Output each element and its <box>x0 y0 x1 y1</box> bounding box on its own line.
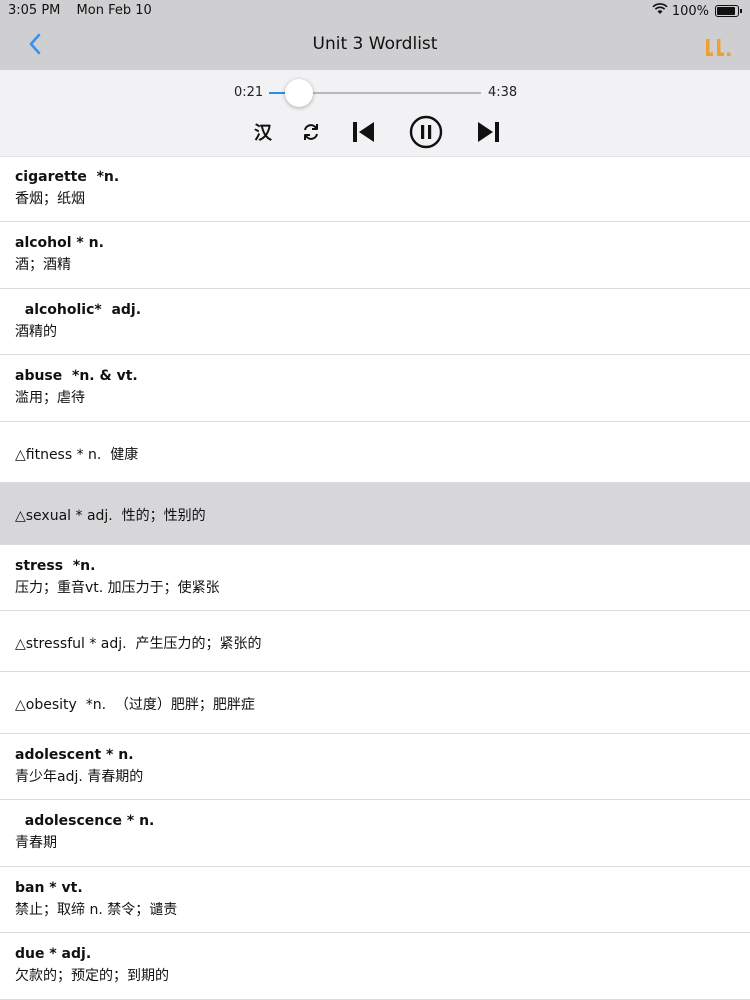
word-row[interactable]: △sexual * adj. 性的；性别的 <box>0 483 750 545</box>
word-row[interactable]: abuse *n. & vt. 滥用；虐待 <box>0 355 750 422</box>
word-headword: alcoholic* adj. <box>15 302 142 318</box>
word-entry: △obesity *n. （过度）肥胖；肥胖症 <box>15 697 255 713</box>
word-headword: cigarette *n. <box>15 169 120 185</box>
word-definition: 欠款的；预定的；到期的 <box>15 968 169 984</box>
battery-icon <box>715 5 739 17</box>
word-row[interactable]: cigarette *n. 香烟；纸烟 <box>0 156 750 222</box>
word-definition: 禁止；取缔 n. 禁令；谴责 <box>15 902 178 918</box>
word-definition: 香烟；纸烟 <box>15 191 85 207</box>
audio-player: 0:21 4:38 汉 <box>0 70 750 157</box>
language-toggle-button[interactable]: 汉 <box>250 118 276 146</box>
word-row[interactable]: due * adj. 欠款的；预定的；到期的 <box>0 933 750 1000</box>
word-headword: alcohol * n. <box>15 235 104 251</box>
word-headword: adolescence * n. <box>15 813 155 829</box>
skip-previous-icon[interactable] <box>351 118 377 146</box>
word-row[interactable]: ban * vt. 禁止；取缔 n. 禁令；谴责 <box>0 867 750 933</box>
word-row[interactable]: adolescent * n. 青少年adj. 青春期的 <box>0 734 750 800</box>
word-entry: △fitness * n. 健康 <box>15 447 139 463</box>
repeat-icon[interactable] <box>300 118 322 146</box>
current-time: 0:21 <box>234 85 264 100</box>
word-row[interactable]: △fitness * n. 健康 <box>0 422 750 483</box>
status-date: Mon Feb 10 <box>76 3 152 18</box>
word-row[interactable]: alcohol * n. 酒；酒精 <box>0 222 750 289</box>
word-definition: 滥用；虐待 <box>15 390 85 406</box>
navigation-bar: 3:05 PM Mon Feb 10 100% Unit 3 Wordlist <box>0 0 750 70</box>
word-headword: due * adj. <box>15 946 92 962</box>
pause-icon[interactable] <box>409 115 443 149</box>
wifi-icon <box>652 3 668 19</box>
word-headword: stress *n. <box>15 558 96 574</box>
word-row[interactable]: △obesity *n. （过度）肥胖；肥胖症 <box>0 672 750 734</box>
word-definition: 压力；重音vt. 加压力于；使紧张 <box>15 580 220 596</box>
word-row[interactable]: adolescence * n. 青春期 <box>0 800 750 867</box>
word-row[interactable]: △stressful * adj. 产生压力的；紧张的 <box>0 611 750 672</box>
word-list: cigarette *n. 香烟；纸烟 alcohol * n. 酒；酒精 alcoh… <box>0 156 750 1000</box>
total-time: 4:38 <box>488 85 518 100</box>
word-headword: abuse *n. & vt. <box>15 368 138 384</box>
word-definition: 青春期 <box>15 835 57 851</box>
progress-slider[interactable] <box>269 79 481 107</box>
word-row[interactable]: stress *n. 压力；重音vt. 加压力于；使紧张 <box>0 545 750 611</box>
battery-percent: 100% <box>671 3 709 19</box>
bars-chart-icon[interactable] <box>704 36 732 58</box>
slider-thumb[interactable] <box>285 79 313 107</box>
status-time: 3:05 PM <box>8 3 61 18</box>
word-headword: adolescent * n. <box>15 747 134 763</box>
word-definition: 酒精的 <box>15 324 57 340</box>
word-entry: △sexual * adj. 性的；性别的 <box>15 508 206 524</box>
progress-fill <box>269 92 285 94</box>
word-entry: △stressful * adj. 产生压力的；紧张的 <box>15 636 262 652</box>
skip-next-icon[interactable] <box>475 118 501 146</box>
page-title: Unit 3 Wordlist <box>312 34 438 54</box>
word-definition: 酒；酒精 <box>15 257 71 273</box>
word-definition: 青少年adj. 青春期的 <box>15 769 144 785</box>
status-bar: 3:05 PM Mon Feb 10 100% <box>0 0 750 22</box>
word-row[interactable]: alcoholic* adj. 酒精的 <box>0 289 750 355</box>
word-headword: ban * vt. <box>15 880 83 896</box>
